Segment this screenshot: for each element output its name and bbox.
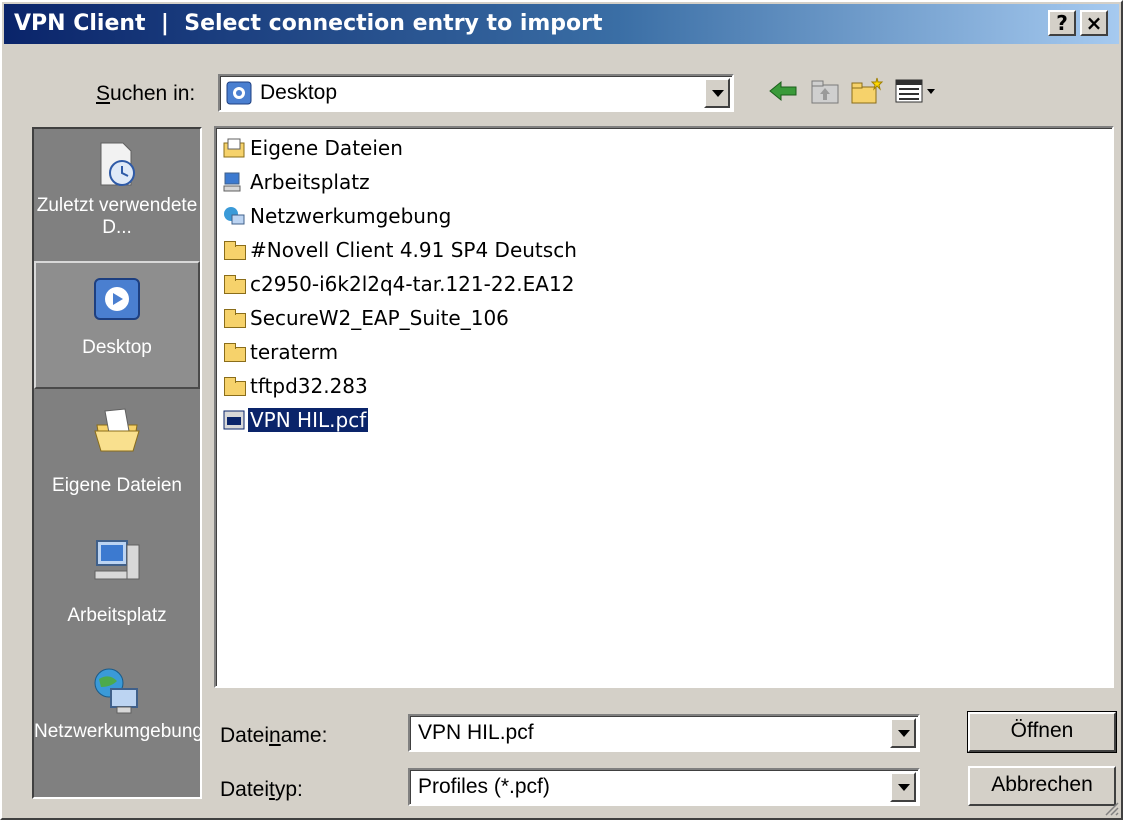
place-desktop[interactable]: Desktop [34,261,200,389]
new-folder-icon[interactable] [850,76,884,106]
place-network[interactable]: Netzwerkumgebung [34,655,203,783]
folder-icon [222,273,246,295]
filetype-label: Dateityp: [220,778,303,801]
open-button[interactable]: Öffnen [967,711,1117,753]
desktop-icon [94,278,140,320]
look-in-dropdown-button[interactable] [704,78,730,108]
cancel-button[interactable]: Abbrechen [968,766,1116,806]
place-label: Netzwerkumgebung [34,721,203,742]
folder-icon [222,239,246,261]
look-in-combo[interactable]: Desktop [218,74,734,112]
close-button[interactable]: × [1080,10,1108,36]
look-in-value: Desktop [260,81,338,104]
places-bar: Zuletzt verwendete D... Desktop Eigene D… [32,127,203,799]
file-name: SecureW2_EAP_Suite_106 [250,306,509,330]
filetype-dropdown-button[interactable] [890,772,916,802]
my-documents-icon [94,408,140,452]
title-bar[interactable]: VPN Client | Select connection entry to … [4,4,1119,44]
my-computer-icon [94,540,140,580]
place-my-documents[interactable]: Eigene Dateien [34,395,200,523]
view-menu-icon[interactable] [894,76,940,106]
network-icon [224,207,245,225]
resize-grip[interactable] [1103,800,1119,816]
help-button[interactable]: ? [1048,10,1076,36]
folder-icon [222,307,246,329]
filetype-value: Profiles (*.pcf) [418,775,550,798]
filename-combo[interactable]: VPN HIL.pcf [408,714,920,752]
place-recent[interactable]: Zuletzt verwendete D... [34,129,200,257]
filename-label: Dateiname: [220,724,328,747]
pcf-file-icon [223,410,245,430]
recent-documents-icon [100,142,135,186]
open-button-label: Öffnen [1010,719,1074,742]
dialog-title: VPN Client | Select connection entry to … [14,11,603,36]
file-open-dialog: VPN Client | Select connection entry to … [0,0,1123,820]
up-folder-icon[interactable] [808,76,842,106]
file-name: Netzwerkumgebung [250,204,452,228]
filename-input[interactable]: VPN HIL.pcf [418,721,534,745]
place-label: Zuletzt verwendete D... [36,195,198,238]
file-name: #Novell Client 4.91 SP4 Deutsch [250,238,577,262]
place-label: Arbeitsplatz [67,605,167,626]
place-label: Eigene Dateien [52,475,182,496]
file-name: teraterm [250,340,339,364]
place-my-computer[interactable]: Arbeitsplatz [34,525,200,653]
file-list[interactable]: Eigene Dateien Arbeitsplatz Netzwerkumge… [214,126,1114,688]
network-places-icon [94,668,138,714]
filename-dropdown-button[interactable] [890,718,916,748]
my-computer-icon [223,172,241,192]
file-name: Eigene Dateien [250,136,403,160]
file-name: c2950-i6k2l2q4-tar.121-22.EA12 [250,272,575,296]
file-name: Arbeitsplatz [250,170,370,194]
place-label: Desktop [82,337,152,358]
file-name: tftpd32.283 [250,374,368,398]
file-name: VPN HIL.pcf [246,407,370,433]
my-documents-icon [223,138,245,158]
back-arrow-icon[interactable] [766,76,800,106]
filetype-combo[interactable]: Profiles (*.pcf) [408,768,920,806]
folder-icon [222,375,246,397]
look-in-label: Suchen in: [96,82,196,105]
desktop-icon [226,81,252,105]
folder-icon [222,341,246,363]
